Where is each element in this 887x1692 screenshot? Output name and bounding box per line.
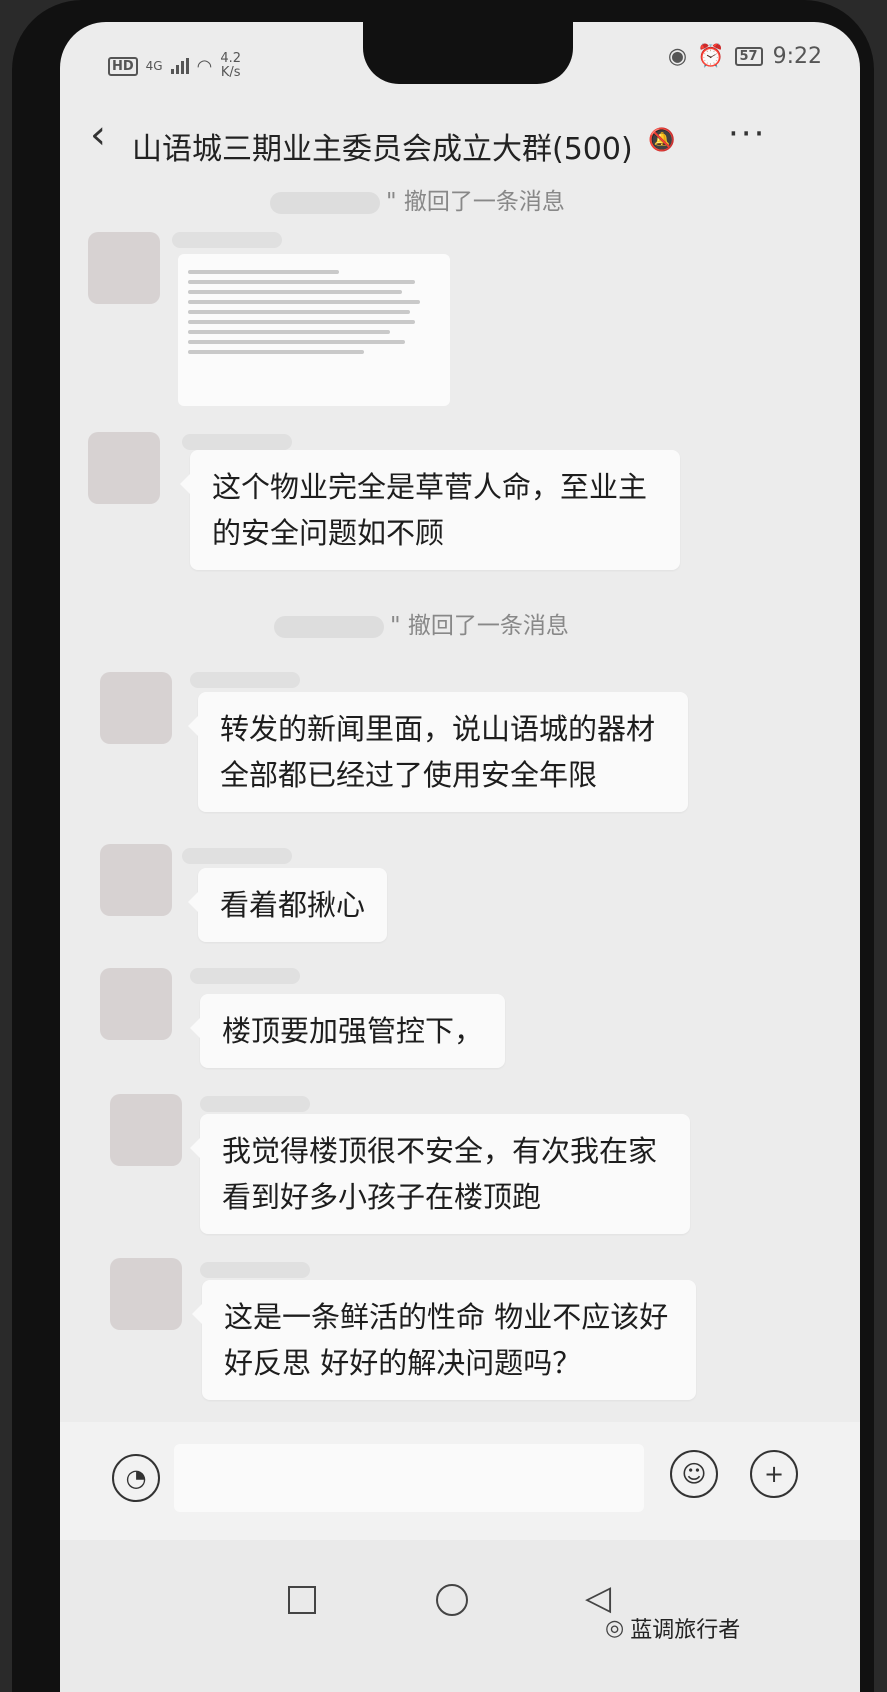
document-image[interactable] — [178, 254, 450, 406]
message-bubble[interactable]: 这个物业完全是草菅人命，至业主的安全问题如不顾 — [180, 450, 680, 570]
plus-icon[interactable]: + — [750, 1450, 798, 1498]
signal-icon — [170, 58, 189, 74]
blurred-name — [270, 191, 380, 214]
net-speed: 4.2 K/s — [220, 52, 241, 80]
more-icon[interactable]: ··· — [728, 114, 766, 154]
message-input[interactable] — [174, 1444, 644, 1512]
avatar[interactable] — [100, 672, 172, 744]
screen: HD 4G ◠ 4.2 K/s ◉ ⏰ 57 9:22 ‹ 山语城三期业主委员会成… — [60, 22, 860, 1692]
wechat-icon: ◎ — [605, 1615, 625, 1641]
avatar[interactable] — [110, 1094, 182, 1166]
chevron-left-icon[interactable]: ‹ — [90, 112, 106, 158]
avatar[interactable] — [88, 232, 160, 304]
chat-header: ‹ 山语城三期业主委员会成立大群(500) 🔕 ··· — [60, 102, 860, 182]
watermark: ◎ 蓝调旅行者 — [605, 1612, 740, 1644]
recall-notice-1: " 撤回了一条消息 — [270, 182, 565, 216]
sender-name — [182, 434, 292, 450]
sender-name — [200, 1096, 310, 1112]
sender-name — [200, 1262, 310, 1278]
message-bubble[interactable]: 转发的新闻里面，说山语城的器材全部都已经过了使用安全年限 — [188, 692, 688, 812]
recall-notice-text: " 撤回了一条消息 — [386, 189, 565, 215]
avatar[interactable] — [110, 1258, 182, 1330]
message-bubble[interactable]: 这是一条鲜活的性命 物业不应该好好反思 好好的解决问题吗？ — [192, 1280, 696, 1400]
clock: 9:22 — [772, 44, 822, 69]
battery-icon: 57 — [734, 47, 763, 66]
sender-name — [182, 848, 292, 864]
net-speed-value: 4.2 — [220, 51, 242, 66]
net-speed-unit: K/s — [220, 65, 241, 80]
message-bubble[interactable]: 看着都揪心 — [187, 868, 388, 942]
sender-name — [190, 672, 300, 688]
alarm-icon: ⏰ — [697, 44, 725, 69]
eye-icon: ◉ — [667, 44, 688, 69]
hd-badge: HD — [108, 56, 138, 76]
message-bubble[interactable]: 楼顶要加强管控下， — [189, 994, 506, 1068]
avatar[interactable] — [100, 968, 172, 1040]
recall-notice-text: " 撤回了一条消息 — [390, 613, 569, 639]
chat-title: 山语城三期业主委员会成立大群(500) — [132, 132, 633, 167]
status-bar: HD 4G ◠ 4.2 K/s ◉ ⏰ 57 9:22 — [60, 22, 860, 92]
wifi-icon: ◠ — [196, 55, 213, 77]
avatar[interactable] — [88, 432, 160, 504]
network-type: 4G — [145, 59, 163, 73]
emoji-icon[interactable]: ☺ — [670, 1450, 718, 1498]
input-bar: ◔ ☺ + — [60, 1422, 860, 1540]
message-bubble[interactable]: 我觉得楼顶很不安全，有次我在家看到好多小孩子在楼顶跑 — [190, 1114, 690, 1234]
bell-off-icon: 🔕 — [648, 128, 676, 153]
phone-frame: HD 4G ◠ 4.2 K/s ◉ ⏰ 57 9:22 ‹ 山语城三期业主委员会成… — [12, 0, 874, 1692]
voice-icon[interactable]: ◔ — [112, 1454, 160, 1502]
sender-name — [172, 232, 282, 248]
recall-notice-2: " 撤回了一条消息 — [274, 606, 569, 640]
blurred-name — [274, 615, 384, 638]
avatar[interactable] — [100, 844, 172, 916]
sender-name — [190, 968, 300, 984]
watermark-text: 蓝调旅行者 — [630, 1618, 741, 1643]
home-icon[interactable] — [436, 1584, 468, 1616]
recent-apps-icon[interactable] — [288, 1586, 316, 1614]
